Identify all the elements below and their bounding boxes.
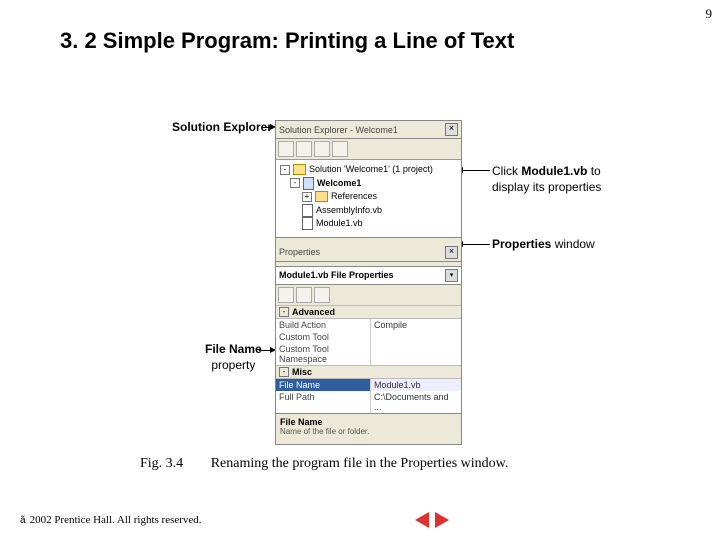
expand-icon[interactable]: + bbox=[302, 192, 312, 202]
text-bold: Module1.vb bbox=[521, 164, 587, 178]
toolbar-button[interactable] bbox=[314, 141, 330, 157]
arrow-line bbox=[462, 170, 490, 171]
toolbar-button[interactable] bbox=[296, 287, 312, 303]
project-icon bbox=[303, 177, 314, 190]
footer-copyright: ã 2002 Prentice Hall. All rights reserve… bbox=[20, 514, 202, 526]
properties-toolbar bbox=[276, 285, 461, 305]
tree-label: Solution 'Welcome1' (1 project) bbox=[309, 163, 433, 177]
next-slide-button[interactable] bbox=[435, 512, 449, 528]
footer-text: 2002 Prentice Hall. All rights reserved. bbox=[30, 514, 202, 526]
screenshot-panel: Solution Explorer - Welcome1 × - Solutio… bbox=[275, 120, 462, 445]
file-icon bbox=[302, 217, 313, 230]
toolbar-button[interactable] bbox=[314, 287, 330, 303]
property-category[interactable]: - Advanced bbox=[276, 305, 461, 319]
close-icon[interactable]: × bbox=[445, 123, 458, 136]
properties-titlebar: Properties × bbox=[276, 244, 461, 262]
property-name: Full Path bbox=[276, 391, 371, 413]
category-label: Advanced bbox=[292, 307, 335, 317]
property-value[interactable] bbox=[371, 331, 461, 343]
text: to bbox=[591, 164, 601, 178]
property-name: Custom Tool bbox=[276, 331, 371, 343]
tree-row-project[interactable]: - Welcome1 bbox=[280, 177, 457, 191]
callout-file-name: File Name property bbox=[205, 342, 262, 373]
tree-row-solution[interactable]: - Solution 'Welcome1' (1 project) bbox=[280, 163, 457, 177]
property-row[interactable]: Build Action Compile bbox=[276, 319, 461, 331]
text: display its properties bbox=[492, 180, 601, 194]
properties-object-combo[interactable]: Module1.vb File Properties ▾ bbox=[276, 266, 461, 285]
page-number: 9 bbox=[706, 6, 713, 22]
tree-label: References bbox=[331, 190, 377, 204]
property-row[interactable]: Full Path C:\Documents and ... bbox=[276, 391, 461, 413]
property-name: File Name bbox=[276, 379, 371, 391]
close-icon[interactable]: × bbox=[445, 246, 458, 259]
text-bold: File Name bbox=[205, 342, 262, 356]
collapse-icon[interactable]: - bbox=[279, 307, 289, 317]
property-category[interactable]: - Misc bbox=[276, 365, 461, 379]
tree-row-assembly[interactable]: AssemblyInfo.vb bbox=[280, 204, 457, 218]
arrow-line bbox=[462, 244, 490, 245]
tree-label: AssemblyInfo.vb bbox=[316, 204, 382, 218]
property-value[interactable]: Module1.vb bbox=[371, 379, 461, 391]
solution-icon bbox=[293, 164, 306, 175]
properties-grid: - Advanced Build Action Compile Custom T… bbox=[276, 305, 461, 413]
property-row-filename[interactable]: File Name Module1.vb bbox=[276, 379, 461, 391]
property-value[interactable]: Compile bbox=[371, 319, 461, 331]
property-value[interactable] bbox=[371, 343, 461, 365]
text: Click bbox=[492, 164, 518, 178]
help-text: Name of the file or folder. bbox=[280, 427, 457, 436]
toolbar-button[interactable] bbox=[278, 287, 294, 303]
figure-number: Fig. 3.4 bbox=[140, 456, 183, 471]
tree-label: Welcome1 bbox=[317, 177, 361, 191]
nav-arrows bbox=[415, 512, 449, 528]
copyright-icon: ã bbox=[20, 515, 26, 526]
expand-icon[interactable]: - bbox=[280, 165, 290, 175]
collapse-icon[interactable]: - bbox=[279, 367, 289, 377]
combo-text: Module1.vb File Properties bbox=[279, 270, 394, 280]
figure-caption: Fig. 3.4 Renaming the program file in th… bbox=[140, 456, 508, 472]
solution-explorer-titlebar: Solution Explorer - Welcome1 × bbox=[276, 121, 461, 139]
properties-help-pane: File Name Name of the file or folder. bbox=[276, 413, 461, 444]
prev-slide-button[interactable] bbox=[415, 512, 429, 528]
solution-explorer-toolbar bbox=[276, 139, 461, 160]
tree-label: Module1.vb bbox=[316, 217, 363, 231]
property-name: Build Action bbox=[276, 319, 371, 331]
chevron-down-icon[interactable]: ▾ bbox=[445, 269, 458, 282]
panel-title-text: Solution Explorer - Welcome1 bbox=[279, 125, 398, 135]
property-row[interactable]: Custom Tool Namespace bbox=[276, 343, 461, 365]
toolbar-button[interactable] bbox=[278, 141, 294, 157]
figure-text: Renaming the program file in the Propert… bbox=[211, 456, 509, 471]
panel-title-text: Properties bbox=[279, 247, 320, 257]
tree-row-module[interactable]: Module1.vb bbox=[280, 217, 457, 231]
callout-click-module: Click Module1.vb to display its properti… bbox=[492, 164, 601, 195]
file-icon bbox=[302, 204, 313, 217]
expand-icon[interactable]: - bbox=[290, 178, 300, 188]
category-label: Misc bbox=[292, 367, 312, 377]
toolbar-button[interactable] bbox=[296, 141, 312, 157]
solution-tree: - Solution 'Welcome1' (1 project) - Welc… bbox=[276, 160, 461, 238]
property-row[interactable]: Custom Tool bbox=[276, 331, 461, 343]
tree-row-references[interactable]: + References bbox=[280, 190, 457, 204]
toolbar-button[interactable] bbox=[332, 141, 348, 157]
callout-properties-window: Properties window bbox=[492, 237, 595, 253]
folder-icon bbox=[315, 191, 328, 202]
text-bold: Properties bbox=[492, 237, 551, 251]
text: window bbox=[555, 237, 595, 251]
property-value: C:\Documents and ... bbox=[371, 391, 461, 413]
help-title: File Name bbox=[280, 417, 457, 427]
page-title: 3. 2 Simple Program: Printing a Line of … bbox=[60, 28, 514, 54]
property-name: Custom Tool Namespace bbox=[276, 343, 371, 365]
callout-solution-explorer: Solution Explorer bbox=[172, 120, 272, 136]
text: property bbox=[211, 358, 255, 372]
